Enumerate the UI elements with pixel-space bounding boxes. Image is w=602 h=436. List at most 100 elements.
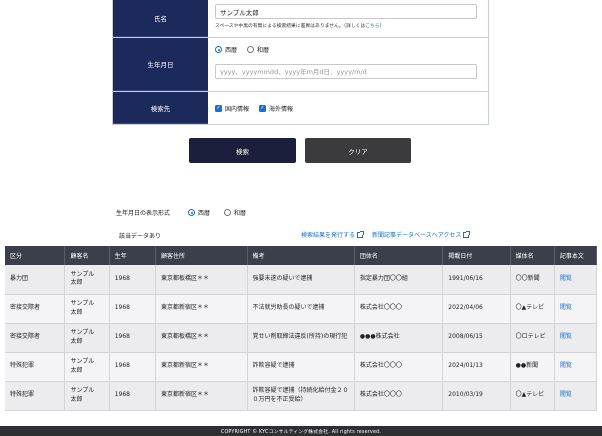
table-cell: ●●●株式会社 xyxy=(354,323,444,353)
name-note-text: スペースや中黒の有無による検索結果に差異はありません。（詳しくは xyxy=(215,24,366,29)
table-body: 暴力団 サンプル 太郎 1968 東京都板橋区＊＊ 強要未遂の疑いで逮捕 指定暴力団〇〇組 1… xyxy=(5,265,598,411)
table-cell: 密接交際者 xyxy=(5,323,66,353)
calendar-radio-wareki-label: 和暦 xyxy=(257,47,270,54)
table-cell: 東京都新宿区＊＊ xyxy=(155,381,248,411)
domestic-checkbox-label: 国内情報 xyxy=(225,106,250,113)
search-form: 氏名 スペースや中黒の有無による検索結果に差異はありません。（詳しくはこちら） … xyxy=(112,0,489,125)
checkmark-icon: ✓ xyxy=(215,105,222,112)
table-row: 密接交際者 サンプル 太郎 1968 東京都新宿区＊＊ 不法就労助長の疑いで逮捕 株式会社〇… xyxy=(5,294,598,324)
view-article-link[interactable]: 閲覧 xyxy=(560,362,572,369)
name-note: スペースや中黒の有無による検索結果に差異はありません。（詳しくはこちら） xyxy=(215,22,481,29)
table-cell: 閲覧 xyxy=(554,381,598,411)
table-header-row: 区分 顧客名 生年 顧客住所 備考 団体名 掲載日付 媒体名 記事本文 xyxy=(5,246,598,265)
view-article-link[interactable]: 閲覧 xyxy=(560,391,572,398)
name-note-link[interactable]: こちら xyxy=(365,24,379,29)
search-target-checks: ✓ 国内情報 ✓ 海外情報 xyxy=(215,104,481,113)
table-cell: 1968 xyxy=(109,294,156,324)
table-cell: 〇ロテレビ xyxy=(510,323,555,353)
column-header: 記事本文 xyxy=(554,246,598,265)
table-cell: 2010/03/19 xyxy=(442,381,511,411)
name-row: 氏名 スペースや中黒の有無による検索結果に差異はありません。（詳しくはこちら） xyxy=(113,0,488,37)
birth-date-input[interactable] xyxy=(215,64,477,79)
display-radio-seireki[interactable]: 西暦 xyxy=(188,208,210,217)
search-button[interactable]: 検索 xyxy=(189,138,296,163)
name-field-cell: スペースや中黒の有無による検索結果に差異はありません。（詳しくはこちら） xyxy=(208,0,488,37)
table-cell: 2024/01/13 xyxy=(442,352,511,382)
table-cell: 2022/04/06 xyxy=(442,294,511,324)
table-cell: 東京都新宿区＊＊ xyxy=(155,294,248,324)
clear-button[interactable]: クリア xyxy=(305,138,411,163)
table-cell: 1968 xyxy=(109,323,156,353)
calendar-radio-seireki[interactable]: 西暦 xyxy=(215,45,237,54)
table-cell: 閲覧 xyxy=(554,265,598,295)
table-cell: 〇〇新聞 xyxy=(510,265,555,295)
table-cell: 指定暴力団〇〇組 xyxy=(354,265,444,295)
issue-results-link[interactable]: 検索結果を発行する xyxy=(301,230,365,239)
table-cell: サンプル 太郎 xyxy=(64,265,110,295)
footer: COPYRIGHT © KYCコンサルティング株式会社. All rights … xyxy=(0,426,602,436)
name-input[interactable] xyxy=(215,4,477,19)
name-label: 氏名 xyxy=(113,0,208,37)
table-cell: サンプル 太郎 xyxy=(64,381,110,411)
calendar-radio-group: 西暦 和暦 xyxy=(215,45,481,54)
table-cell: 詐欺容疑で逮捕 xyxy=(247,352,355,382)
table-cell: 特殊犯罪 xyxy=(5,381,66,411)
column-header: 顧客名 xyxy=(64,246,110,265)
table-cell: サンプル 太郎 xyxy=(64,352,110,382)
display-format-label: 生年月日の表示形式 xyxy=(116,210,171,217)
search-target-cell: ✓ 国内情報 ✓ 海外情報 xyxy=(208,92,488,124)
calendar-radio-wareki[interactable]: 和暦 xyxy=(247,45,269,54)
external-link-icon xyxy=(357,230,365,238)
table-cell: 閲覧 xyxy=(554,352,598,382)
news-db-link[interactable]: 新聞記事データベースへアクセス xyxy=(372,230,471,239)
result-status: 該当データあり xyxy=(119,233,162,240)
table-row: 特殊犯罪 サンプル 太郎 1968 東京都新宿区＊＊ 詐欺容疑で逮捕 株式会社〇〇〇 2024… xyxy=(5,352,598,382)
column-header: 生年 xyxy=(109,246,156,265)
table-cell: サンプル 太郎 xyxy=(64,294,110,324)
table-cell: 〇▲テレビ xyxy=(510,294,555,324)
view-article-link[interactable]: 閲覧 xyxy=(560,275,572,282)
table-row: 暴力団 サンプル 太郎 1968 東京都板橋区＊＊ 強要未遂の疑いで逮捕 指定暴力団〇〇組 1… xyxy=(5,265,598,295)
table-cell: 東京都板橋区＊＊ xyxy=(155,265,248,295)
table-cell: 1968 xyxy=(109,265,156,295)
column-header: 掲載日付 xyxy=(442,246,511,265)
table-cell: 強要未遂の疑いで逮捕 xyxy=(247,265,355,295)
display-radio-seireki-label: 西暦 xyxy=(198,210,211,217)
radio-empty-icon xyxy=(224,209,232,216)
radio-empty-icon xyxy=(247,46,255,53)
table-cell: 暴力団 xyxy=(5,265,66,295)
table-cell: 株式会社〇〇〇 xyxy=(354,381,444,411)
table-cell: 東京都板橋区＊＊ xyxy=(155,323,248,353)
table-cell: 特殊犯罪 xyxy=(5,352,66,382)
radio-selected-icon xyxy=(215,46,222,53)
table-cell: サンプル 太郎 xyxy=(64,323,110,353)
results-table: 区分 顧客名 生年 顧客住所 備考 団体名 掲載日付 媒体名 記事本文 暴力団 サンプル 太郎 196… xyxy=(5,246,598,411)
table-cell: 詐欺容疑で逮捕（持続化給付金２００万円を不正受給） xyxy=(247,381,355,411)
view-article-link[interactable]: 閲覧 xyxy=(560,304,572,311)
birth-label: 生年月日 xyxy=(113,38,208,91)
result-links: 検索結果を発行する 新聞記事データベースへアクセス xyxy=(301,230,471,239)
overseas-checkbox[interactable]: ✓ 海外情報 xyxy=(259,104,293,113)
table-cell: 株式会社〇〇〇 xyxy=(354,352,444,382)
external-link-icon xyxy=(463,230,471,238)
view-article-link[interactable]: 閲覧 xyxy=(560,333,572,340)
search-target-row: 検索先 ✓ 国内情報 ✓ 海外情報 xyxy=(113,91,488,124)
column-header: 顧客住所 xyxy=(155,246,248,265)
radio-selected-icon xyxy=(188,209,196,216)
search-target-label: 検索先 xyxy=(113,92,208,124)
display-radio-wareki[interactable]: 和暦 xyxy=(224,208,246,217)
column-header: 区分 xyxy=(5,246,66,265)
column-header: 備考 xyxy=(247,246,355,265)
display-format-group: 生年月日の表示形式 西暦 和暦 xyxy=(116,208,246,217)
table-cell: 〇▲テレビ xyxy=(510,381,555,411)
table-cell: 密接交際者 xyxy=(5,294,66,324)
table-cell: 覚せい剤取締法違反(所持)の現行犯 xyxy=(247,323,355,353)
name-note-tail: ） xyxy=(379,24,385,29)
news-db-link-label: 新聞記事データベースへアクセス xyxy=(372,232,462,239)
issue-results-link-label: 検索結果を発行する xyxy=(301,232,356,239)
table-cell: 株式会社〇〇〇 xyxy=(354,294,444,324)
domestic-checkbox[interactable]: ✓ 国内情報 xyxy=(215,104,249,113)
table-cell: 2008/06/15 xyxy=(442,323,511,353)
checkmark-icon: ✓ xyxy=(259,105,267,112)
table-cell: ●●新聞 xyxy=(510,352,555,382)
